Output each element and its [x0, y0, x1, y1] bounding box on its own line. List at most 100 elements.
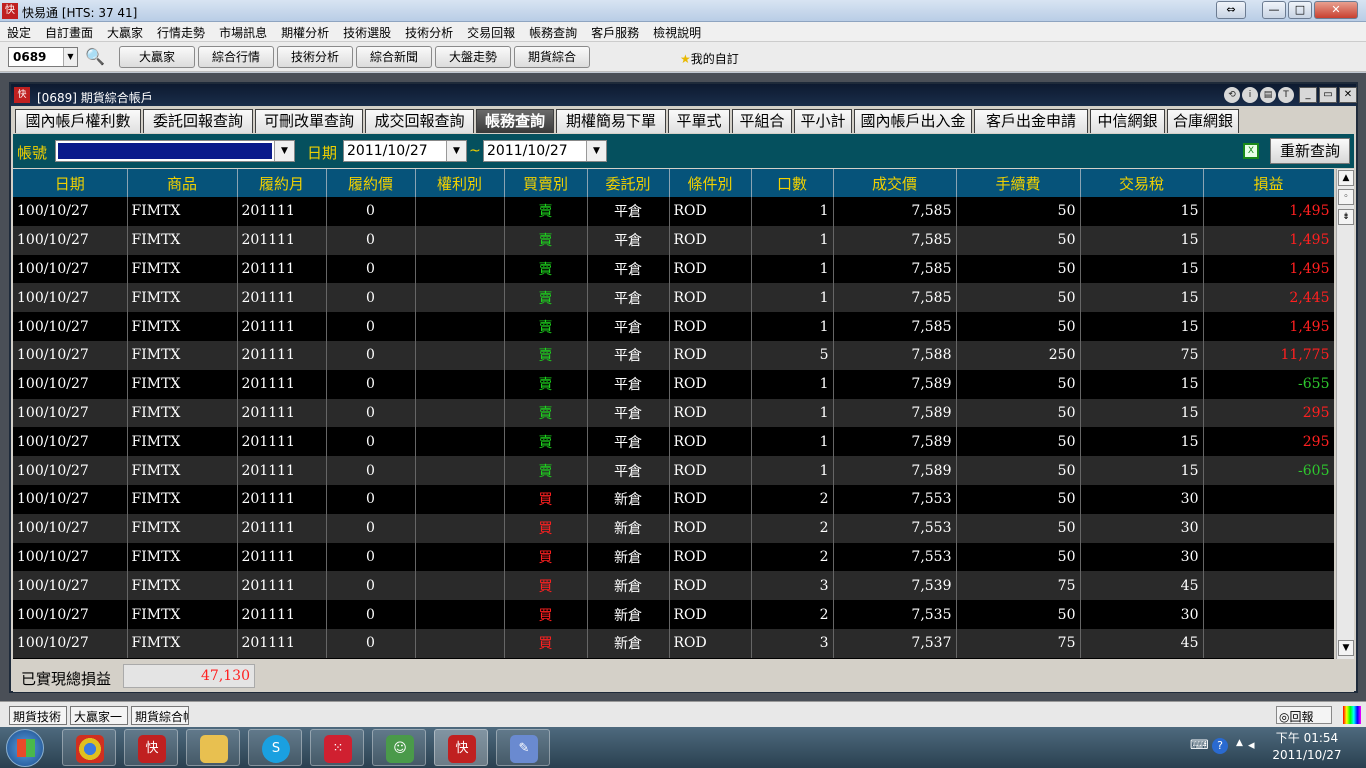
column-header[interactable]: 日期 — [13, 169, 128, 197]
column-header[interactable]: 交易稅 — [1080, 169, 1204, 197]
taskbar-chrome[interactable] — [62, 729, 116, 766]
tab-9[interactable]: 國內帳戶出入金 — [854, 109, 972, 133]
link-icon[interactable]: ⟲ — [1224, 87, 1240, 103]
taskbar-paint[interactable]: ✎ — [496, 729, 550, 766]
report-button[interactable]: ◎回報 — [1276, 706, 1332, 724]
column-header[interactable]: 成交價 — [833, 169, 957, 197]
date-to-picker[interactable]: 2011/10/27 ▼ — [483, 140, 607, 162]
menu-item-4[interactable]: 市場訊息 — [212, 22, 274, 41]
table-row[interactable]: 100/10/27 FIMTX 201111 0 買新倉 ROD 2 7,553 50 30 — [13, 484, 1334, 514]
vertical-scrollbar[interactable]: ▲ ◦ ⇟ ▼ — [1336, 169, 1354, 659]
tab-10[interactable]: 客戶出金申請 — [974, 109, 1088, 133]
menu-item-2[interactable]: 大贏家 — [100, 22, 150, 41]
tab-8[interactable]: 平小計 — [794, 109, 852, 133]
maximize-button[interactable]: □ — [1288, 1, 1312, 19]
taskbar-dice[interactable]: ⁙ — [310, 729, 364, 766]
tab-4[interactable]: 帳務查詢 — [476, 109, 554, 133]
table-row[interactable]: 100/10/27 FIMTX 201111 0 賣平倉 ROD 1 7,589 50 15 -65… — [13, 369, 1334, 399]
taskbar-hts-app[interactable]: 快 — [124, 729, 178, 766]
menu-item-6[interactable]: 技術選股 — [336, 22, 398, 41]
table-row[interactable]: 100/10/27 FIMTX 201111 0 買新倉 ROD 3 7,539 75 45 — [13, 571, 1334, 601]
toolbar-button-2[interactable]: 技術分析 — [277, 46, 353, 68]
table-row[interactable]: 100/10/27 FIMTX 201111 0 賣平倉 ROD 1 7,585 50 15 2,4… — [13, 283, 1334, 313]
column-header[interactable]: 商品 — [127, 169, 238, 197]
table-row[interactable]: 100/10/27 FIMTX 201111 0 買新倉 ROD 3 7,537 75 45 — [13, 628, 1334, 658]
menu-item-5[interactable]: 期權分析 — [274, 22, 336, 41]
print-icon[interactable]: ▤ — [1260, 87, 1276, 103]
child-close-button[interactable]: ✕ — [1339, 87, 1357, 103]
tab-6[interactable]: 平單式 — [668, 109, 730, 133]
menu-item-7[interactable]: 技術分析 — [398, 22, 460, 41]
column-header[interactable]: 履約價 — [326, 169, 416, 197]
chevron-down-icon[interactable]: ▼ — [274, 141, 294, 161]
table-row[interactable]: 100/10/27 FIMTX 201111 0 賣平倉 ROD 1 7,589 50 15 295 — [13, 398, 1334, 428]
windows-start-icon[interactable] — [6, 729, 44, 767]
scroll-up-icon[interactable]: ▲ — [1338, 170, 1354, 186]
table-row[interactable]: 100/10/27 FIMTX 201111 0 買新倉 ROD 2 7,553 50 30 — [13, 513, 1334, 543]
table-row[interactable]: 100/10/27 FIMTX 201111 0 賣平倉 ROD 1 7,585 50 15 1,4… — [13, 254, 1334, 284]
account-select[interactable]: ▼ — [55, 140, 295, 162]
tab-1[interactable]: 委託回報查詢 — [143, 109, 253, 133]
window-tab-big-winner[interactable]: 大贏家一 — [70, 706, 128, 725]
close-button[interactable]: ✕ — [1314, 1, 1358, 19]
window-tab-futures-tech[interactable]: 期貨技術 — [9, 706, 67, 725]
toolbar-button-4[interactable]: 大盤走勢 — [435, 46, 511, 68]
tab-0[interactable]: 國內帳戶權利數 — [15, 109, 141, 133]
table-row[interactable]: 100/10/27 FIMTX 201111 0 賣平倉 ROD 1 7,589 50 15 295 — [13, 427, 1334, 457]
taskbar-skype[interactable]: S — [248, 729, 302, 766]
toolbar-button-0[interactable]: 大贏家 — [119, 46, 195, 68]
restore-window-icon[interactable]: ⇔ — [1216, 1, 1246, 19]
minimize-button[interactable]: — — [1262, 1, 1286, 19]
menu-item-1[interactable]: 自訂畫面 — [38, 22, 100, 41]
chevron-down-icon[interactable]: ▼ — [586, 141, 606, 161]
speaker-icon[interactable]: ◂ — [1248, 738, 1255, 753]
scroll-page-down-icon[interactable]: ⇟ — [1338, 209, 1354, 225]
favorite-link[interactable]: ★我的自訂 — [680, 50, 739, 67]
tab-12[interactable]: 合庫網銀 — [1167, 109, 1239, 133]
chevron-down-icon[interactable]: ▼ — [446, 141, 466, 161]
excel-export-icon[interactable]: X — [1243, 143, 1259, 159]
table-row[interactable]: 100/10/27 FIMTX 201111 0 賣平倉 ROD 1 7,585 50 15 1,4… — [13, 312, 1334, 341]
tab-5[interactable]: 期權簡易下單 — [556, 109, 666, 133]
requery-button[interactable]: 重新查詢 — [1270, 138, 1350, 164]
chevron-down-icon[interactable]: ▼ — [63, 48, 77, 66]
table-row[interactable]: 100/10/27 FIMTX 201111 0 賣平倉 ROD 1 7,585 50 15 1,4… — [13, 225, 1334, 255]
keyboard-icon[interactable]: ⌨ — [1190, 738, 1209, 753]
column-header[interactable]: 損益 — [1203, 169, 1334, 197]
toolbar-button-3[interactable]: 綜合新聞 — [356, 46, 432, 68]
help-icon[interactable]: ? — [1212, 738, 1228, 754]
menu-item-3[interactable]: 行情走勢 — [150, 22, 212, 41]
color-palette-icon[interactable] — [1343, 706, 1361, 724]
table-row[interactable]: 100/10/27 FIMTX 201111 0 賣平倉 ROD 1 7,585 50 15 1,4… — [13, 197, 1334, 226]
column-header[interactable]: 條件別 — [669, 169, 752, 197]
text-icon[interactable]: T — [1278, 87, 1294, 103]
taskbar-hts-active[interactable]: 快 — [434, 729, 488, 766]
menu-item-8[interactable]: 交易回報 — [460, 22, 522, 41]
column-header[interactable]: 委託別 — [587, 169, 670, 197]
scroll-down-icon[interactable]: ▼ — [1338, 640, 1354, 656]
tray-expand-icon[interactable]: ▲ — [1236, 738, 1243, 748]
search-icon[interactable]: 🔍 — [84, 46, 106, 68]
info-icon[interactable]: i — [1242, 87, 1258, 103]
column-header[interactable]: 權利別 — [415, 169, 505, 197]
tab-2[interactable]: 可刪改單查詢 — [255, 109, 363, 133]
menu-item-11[interactable]: 檢視說明 — [646, 22, 708, 41]
table-row[interactable]: 100/10/27 FIMTX 201111 0 賣平倉 ROD 5 7,588 250 75 11… — [13, 340, 1334, 370]
child-minimize-button[interactable]: _ — [1299, 87, 1317, 103]
table-row[interactable]: 100/10/27 FIMTX 201111 0 賣平倉 ROD 1 7,589 50 15 -60… — [13, 456, 1334, 485]
stock-code-input[interactable]: 0689 ▼ — [8, 47, 78, 67]
column-header[interactable]: 買賣別 — [504, 169, 588, 197]
column-header[interactable]: 履約月 — [237, 169, 327, 197]
toolbar-button-1[interactable]: 綜合行情 — [198, 46, 274, 68]
scroll-thumb[interactable]: ◦ — [1338, 189, 1354, 205]
system-clock[interactable]: 下午 01:54 2011/10/27 — [1262, 730, 1352, 764]
taskbar-network[interactable]: ☺ — [372, 729, 426, 766]
tab-11[interactable]: 中信網銀 — [1090, 109, 1165, 133]
table-row[interactable]: 100/10/27 FIMTX 201111 0 買新倉 ROD 2 7,535 50 30 — [13, 600, 1334, 629]
taskbar-explorer[interactable] — [186, 729, 240, 766]
toolbar-button-5[interactable]: 期貨綜合 — [514, 46, 590, 68]
date-from-picker[interactable]: 2011/10/27 ▼ — [343, 140, 467, 162]
menu-item-10[interactable]: 客戶服務 — [584, 22, 646, 41]
tab-3[interactable]: 成交回報查詢 — [365, 109, 474, 133]
menu-item-0[interactable]: 設定 — [0, 22, 38, 41]
